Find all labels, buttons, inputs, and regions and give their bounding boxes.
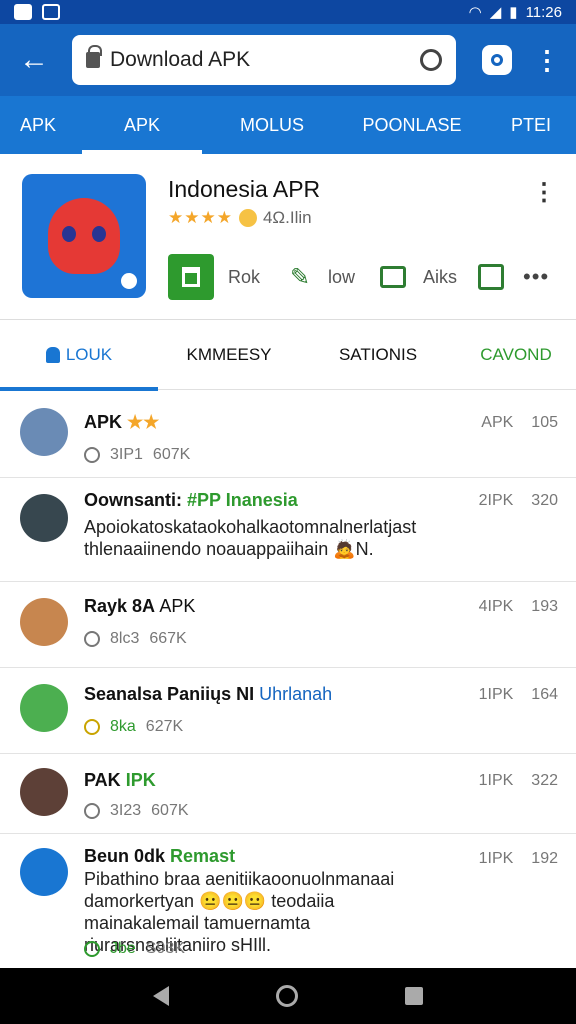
nav-recents-icon[interactable] xyxy=(404,987,423,1005)
download-icon xyxy=(84,941,100,957)
subtab-louk[interactable]: LOUK xyxy=(0,320,158,391)
eye-right xyxy=(92,226,106,242)
list-item[interactable]: Oownsanti: #PP Inanesia Apoiokatoskataok… xyxy=(0,478,576,582)
notification-icon xyxy=(14,4,32,20)
row-stats: APK 105 xyxy=(481,414,558,431)
share-icon[interactable]: ✎ xyxy=(286,263,314,291)
tab-ptei[interactable]: PTEI xyxy=(486,96,576,154)
nav-home-icon[interactable] xyxy=(275,985,298,1007)
avatar xyxy=(20,768,68,816)
subtab-cavond[interactable]: CAVOND xyxy=(456,320,576,390)
subtab-kmmeesy[interactable]: KMMEESY xyxy=(158,320,300,390)
message-icon xyxy=(42,4,60,20)
list-item[interactable]: Beun 0dk Remast Pibathino braa aenitiika… xyxy=(0,834,576,968)
app-title: Indonesia APR xyxy=(168,176,321,202)
row-title: Rayk 8A APK xyxy=(84,596,196,616)
tab-poonlase[interactable]: POONLASE xyxy=(342,96,482,154)
monster-icon xyxy=(48,198,120,274)
tabs-button[interactable] xyxy=(482,45,512,75)
app-badge-icon xyxy=(116,268,142,294)
rating-stars: ★★★★ xyxy=(168,208,233,227)
app-rating: ★★★★ 4Ω.Ilin xyxy=(168,208,312,228)
download-icon xyxy=(84,719,100,735)
clock: 11:26 xyxy=(525,3,562,21)
list-item[interactable]: PAK IPK 3I23 607K 1IPK 322 xyxy=(0,754,576,834)
row-meta: 3IP1 607K xyxy=(84,446,190,464)
install-label[interactable]: Rok xyxy=(228,267,260,288)
row-stats: 1IPK 322 xyxy=(478,772,558,789)
app-actions: Rok ✎ low Aiks ••• xyxy=(168,254,549,300)
share-label[interactable]: low xyxy=(328,267,355,288)
subtab-sationis[interactable]: SATIONIS xyxy=(300,320,456,390)
more-horiz-icon[interactable]: ••• xyxy=(523,264,549,290)
search-icon[interactable] xyxy=(420,49,442,71)
grid-icon xyxy=(478,264,505,290)
url-bar[interactable]: Download APK xyxy=(72,35,456,85)
status-bar: ◠ ◢ ▮ 11:26 xyxy=(0,0,576,24)
row-title: Oownsanti: #PP Inanesia xyxy=(84,490,298,510)
eye-left xyxy=(62,226,76,242)
avatar xyxy=(20,684,68,732)
review-list: APK ★★ 3IP1 607K APK 105 Oownsanti: #PP In… xyxy=(0,398,576,968)
avatar xyxy=(20,408,68,456)
tab-molus[interactable]: MOLUS xyxy=(208,96,336,154)
row-body: Apoiokatoskataokohalkaotomnalnerlatjast … xyxy=(84,517,417,559)
rating-text: 4Ω.Ilin xyxy=(262,208,312,227)
list-item[interactable]: Rayk 8A APK 8lc3 667K 4IPK 193 xyxy=(0,582,576,668)
tabs-icon xyxy=(491,54,503,66)
tab-apk-2[interactable]: APK xyxy=(82,96,202,154)
lock-icon xyxy=(86,45,102,68)
row-stats: 2IPK 320 xyxy=(478,492,558,509)
nav-tabs: APK APK MOLUS POONLASE PTEI xyxy=(0,96,576,154)
row-title: PAK IPK xyxy=(84,770,156,790)
sub-tabs: LOUK KMMEESY SATIONIS CAVOND xyxy=(0,320,576,391)
row-title: Seanalsa Paniiųs NI Uhrlanah xyxy=(84,684,333,704)
row-meta: 8ka 627K xyxy=(84,718,183,736)
chat-button[interactable] xyxy=(379,263,407,291)
list-item[interactable]: APK ★★ 3IP1 607K APK 105 xyxy=(0,398,576,478)
more-vert-icon[interactable]: ⋮ xyxy=(534,47,560,73)
grid-button[interactable] xyxy=(477,263,505,291)
list-item[interactable]: Seanalsa Paniiųs NI Uhrlanah 8ka 627K 1IP… xyxy=(0,668,576,754)
row-title: APK ★★ xyxy=(84,412,160,432)
row-stats: 1IPK 164 xyxy=(478,686,558,703)
avatar xyxy=(20,494,68,542)
row-stats: 4IPK 193 xyxy=(478,598,558,615)
avatar xyxy=(20,598,68,646)
back-arrow-icon[interactable]: ← xyxy=(12,38,56,82)
download-icon xyxy=(84,631,100,647)
card-more-vert-icon[interactable]: ⋮ xyxy=(532,178,556,207)
nav-back-icon[interactable] xyxy=(153,986,170,1006)
row-meta: 8lc3 667K xyxy=(84,630,187,648)
signal-icon: ◢ xyxy=(489,4,502,21)
user-icon xyxy=(45,346,60,363)
chat-icon xyxy=(380,266,407,288)
wifi-icon: ◠ xyxy=(468,4,482,21)
url-text[interactable]: Download APK xyxy=(110,48,410,72)
install-button[interactable] xyxy=(168,254,214,300)
chat-label[interactable]: Aiks xyxy=(423,267,457,288)
app-icon[interactable] xyxy=(22,174,146,298)
avatar xyxy=(20,848,68,896)
download-icon xyxy=(84,447,100,463)
row-title: Beun 0dk Remast xyxy=(84,846,236,866)
battery-icon: ▮ xyxy=(509,4,518,21)
tab-apk-1[interactable]: APK xyxy=(0,96,76,154)
subtab-louk-label: LOUK xyxy=(65,344,113,364)
row-meta: Jbe S93K xyxy=(84,940,185,958)
row-stats: 1IPK 192 xyxy=(478,850,558,867)
download-icon xyxy=(84,803,100,819)
row-meta: 3I23 607K xyxy=(84,802,189,820)
app-card: Indonesia APR ★★★★ 4Ω.Ilin ⋮ Rok ✎ low A… xyxy=(0,154,576,320)
app-bar: ← Download APK ⋮ xyxy=(0,24,576,96)
emoji-icon xyxy=(238,209,257,227)
system-nav-bar xyxy=(0,968,576,1024)
install-icon xyxy=(182,267,200,287)
